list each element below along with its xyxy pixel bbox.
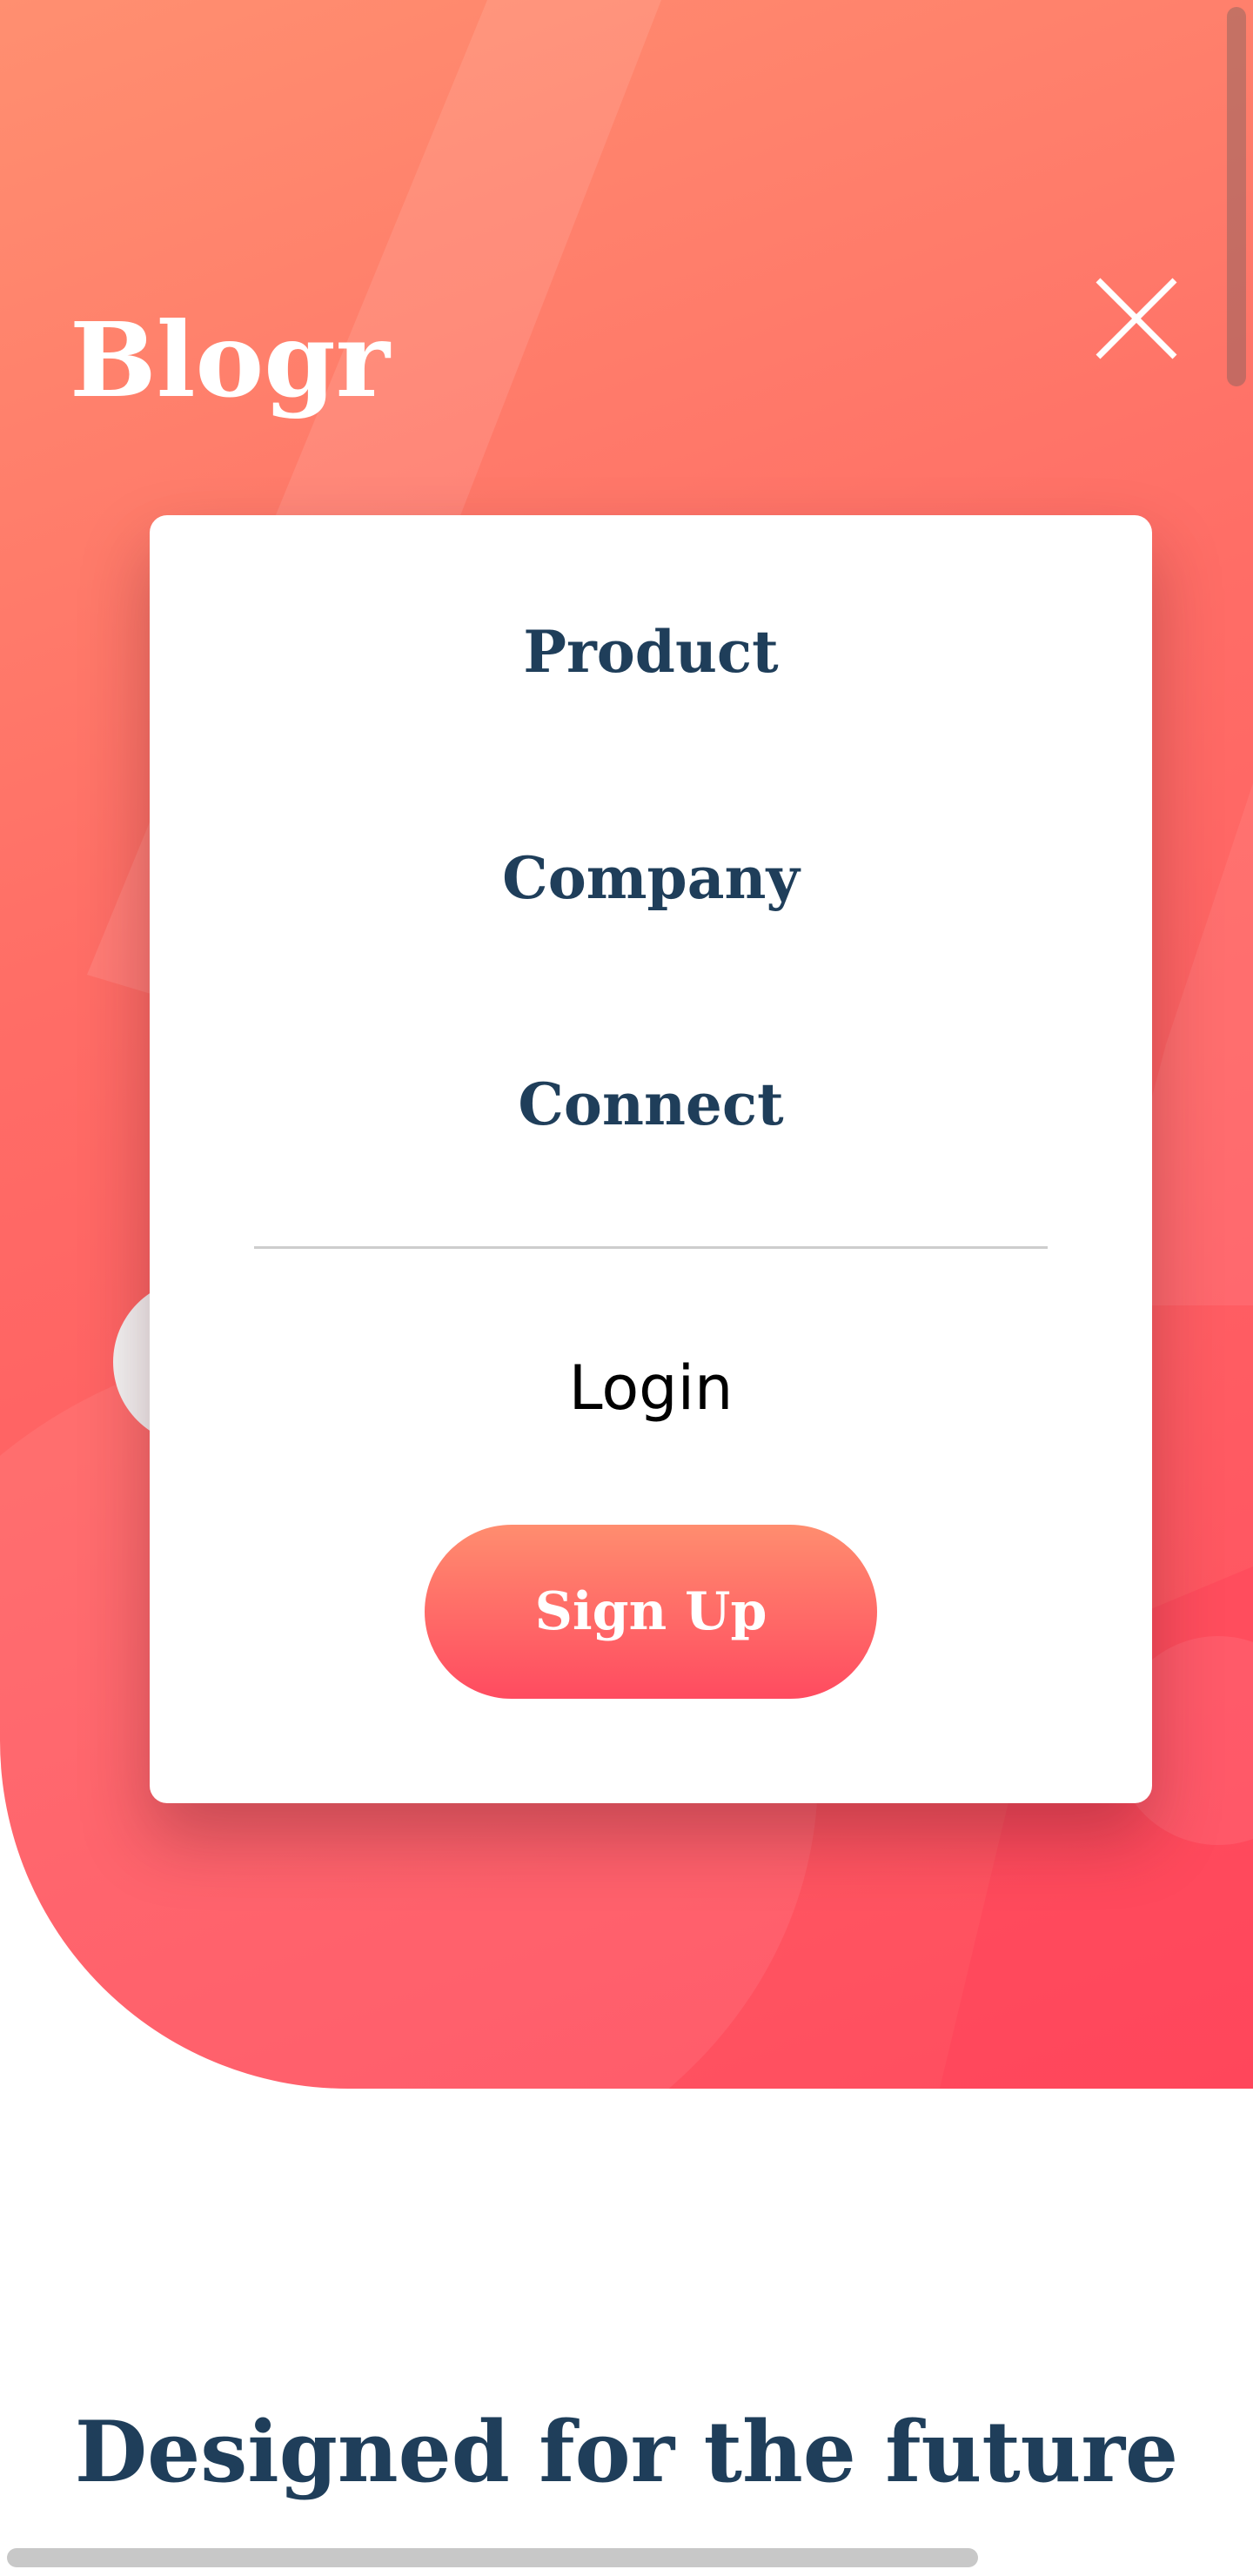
menu-item-company[interactable]: Company [150, 849, 1152, 907]
horizontal-scrollbar[interactable] [7, 2548, 978, 2567]
logo[interactable]: Blogr [70, 309, 390, 412]
section-heading: Designed for the future [74, 2403, 1179, 2501]
menu-item-connect[interactable]: Connect [150, 1076, 1152, 1133]
close-icon [1096, 278, 1177, 359]
login-link[interactable]: Login [150, 1358, 1152, 1419]
vertical-scrollbar[interactable] [1227, 7, 1246, 386]
menu-item-product[interactable]: Product [150, 623, 1152, 681]
close-menu-button[interactable] [1095, 277, 1178, 360]
mobile-menu: Product Company Connect Login Sign Up [150, 515, 1152, 1803]
menu-divider [254, 1246, 1048, 1249]
sign-up-button[interactable]: Sign Up [425, 1525, 877, 1699]
